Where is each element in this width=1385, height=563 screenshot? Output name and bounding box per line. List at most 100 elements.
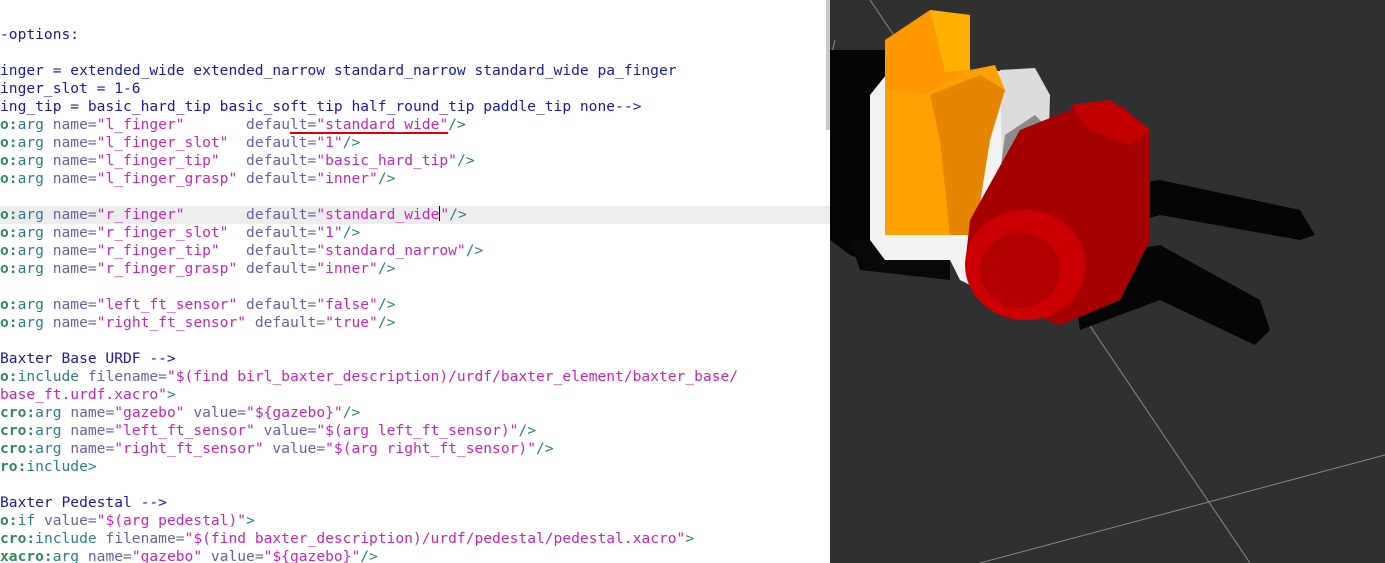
code-token: "$(arg right_ft_sensor)": [325, 440, 536, 457]
code-token: />: [448, 116, 466, 133]
code-line[interactable]: ing_tip = basic_hard_tip basic_soft_tip …: [0, 98, 830, 116]
code-token: default=: [246, 206, 317, 223]
code-token: arg: [17, 224, 53, 241]
code-line[interactable]: o:arg name="l_finger_slot" default="1"/>: [0, 134, 830, 152]
code-token: ": [440, 206, 450, 223]
code-token: >: [246, 512, 255, 529]
code-token: "basic_hard_tip": [316, 152, 457, 169]
code-token: "left_ft_sensor": [114, 422, 264, 439]
code-token: include>: [26, 458, 97, 475]
code-line[interactable]: o:arg name="l_finger_grasp" default="inn…: [0, 170, 830, 188]
code-token: if: [17, 512, 44, 529]
code-line[interactable]: o:include filename="$(find birl_baxter_d…: [0, 368, 830, 386]
code-line[interactable]: Baxter Pedestal -->: [0, 494, 830, 512]
code-token: o:: [0, 152, 18, 169]
code-token: arg: [52, 548, 88, 563]
code-token: name=: [52, 116, 97, 133]
code-token: "right_ft_sensor": [114, 440, 273, 457]
code-token: />: [342, 134, 361, 151]
code-line[interactable]: o:arg name="left_ft_sensor" default="fal…: [0, 296, 830, 314]
code-line[interactable]: xacro:arg name="gazebo" value="${gazebo}…: [0, 548, 830, 563]
code-token: o:: [0, 260, 18, 277]
code-token: arg: [17, 170, 53, 187]
code-token: name=: [70, 404, 115, 421]
code-token: "gazebo": [114, 404, 194, 421]
code-token: "gazebo": [131, 548, 211, 563]
code-token: />: [465, 242, 484, 259]
code-token: default=: [246, 134, 317, 151]
code-token: "${gazebo}": [246, 404, 343, 421]
code-token: -options:: [0, 26, 80, 43]
code-editor[interactable]: -options: inger = extended_wide extended_…: [0, 0, 830, 563]
code-token: default=: [246, 242, 317, 259]
code-token: inger_slot = 1-6: [0, 80, 141, 97]
code-token: value=: [210, 548, 264, 563]
code-token: include: [35, 530, 106, 547]
code-token: "l_finger_slot": [96, 134, 247, 151]
code-line[interactable]: o:arg name="r_finger" default="standard_…: [0, 206, 830, 224]
rviz-3d-viewport[interactable]: [830, 0, 1385, 563]
code-token: name=: [52, 206, 97, 223]
code-token: cro:: [0, 404, 36, 421]
code-token: o:: [0, 296, 18, 313]
code-line[interactable]: o:arg name="right_ft_sensor" default="tr…: [0, 314, 830, 332]
code-token: "right_ft_sensor": [96, 314, 255, 331]
code-token: o:: [0, 512, 18, 529]
code-line[interactable]: o:arg name="r_finger_tip" default="stand…: [0, 242, 830, 260]
code-token: />: [518, 422, 537, 439]
code-token: arg: [17, 242, 53, 259]
code-line[interactable]: cro:arg name="gazebo" value="${gazebo}"/…: [0, 404, 830, 422]
code-token: arg: [17, 260, 53, 277]
code-token: name=: [87, 548, 132, 563]
code-token: ing_tip = basic_hard_tip basic_soft_tip …: [0, 98, 642, 115]
code-token: value=: [272, 440, 326, 457]
code-token: "false": [316, 296, 378, 313]
code-token: Baxter Base URDF -->: [0, 350, 176, 367]
code-token: "1": [316, 224, 343, 241]
code-token: >: [166, 386, 176, 403]
code-token: arg: [17, 152, 53, 169]
code-token: o:: [0, 134, 18, 151]
code-line[interactable]: inger_slot = 1-6: [0, 80, 830, 98]
code-token: "left_ft_sensor": [96, 296, 247, 313]
code-line[interactable]: ro:include>: [0, 458, 830, 476]
code-token: >: [685, 530, 695, 547]
code-token: value=: [263, 422, 317, 439]
code-token: "r_finger_grasp": [96, 260, 247, 277]
code-token: defau: [246, 116, 290, 133]
robot-gripper-render: [830, 0, 1385, 563]
code-token: arg: [17, 116, 53, 133]
code-token: default=: [246, 260, 317, 277]
code-token: />: [377, 260, 396, 277]
code-token: lt=: [289, 116, 317, 133]
code-line[interactable]: -options:: [0, 26, 830, 44]
code-token: arg: [17, 314, 53, 331]
code-line[interactable]: cro:arg name="left_ft_sensor" value="$(a…: [0, 422, 830, 440]
code-token: arg: [17, 296, 53, 313]
code-token: "inner": [316, 170, 378, 187]
code-token: />: [342, 224, 361, 241]
code-token: />: [360, 548, 378, 563]
code-token: />: [377, 314, 396, 331]
code-line[interactable]: cro:arg name="right_ft_sensor" value="$(…: [0, 440, 830, 458]
code-line[interactable]: o:arg name="r_finger_slot" default="1"/>: [0, 224, 830, 242]
code-token: "standard_wide": [316, 116, 449, 133]
code-token: inger = extended_wide extended_narrow st…: [0, 62, 677, 79]
code-token: value=: [43, 512, 97, 529]
code-token: o:: [0, 242, 18, 259]
code-line[interactable]: o:if value="$(arg pedestal)">: [0, 512, 830, 530]
code-token: "$(arg pedestal)": [96, 512, 247, 529]
code-line[interactable]: inger = extended_wide extended_narrow st…: [0, 62, 830, 80]
code-line[interactable]: base_ft.urdf.xacro">: [0, 386, 830, 404]
code-line[interactable]: cro:include filename="$(find baxter_desc…: [0, 530, 830, 548]
code-token: "1": [316, 134, 343, 151]
code-token: "l_finger": [96, 116, 247, 133]
code-line[interactable]: o:arg name="r_finger_grasp" default="inn…: [0, 260, 830, 278]
code-line[interactable]: o:arg name="l_finger" default="standard_…: [0, 116, 830, 134]
code-token: name=: [52, 314, 97, 331]
code-token: "inner": [316, 260, 378, 277]
code-token: "standard_wide: [316, 206, 440, 223]
code-line[interactable]: o:arg name="l_finger_tip" default="basic…: [0, 152, 830, 170]
code-token: "${gazebo}": [263, 548, 361, 563]
code-line[interactable]: Baxter Base URDF -->: [0, 350, 830, 368]
